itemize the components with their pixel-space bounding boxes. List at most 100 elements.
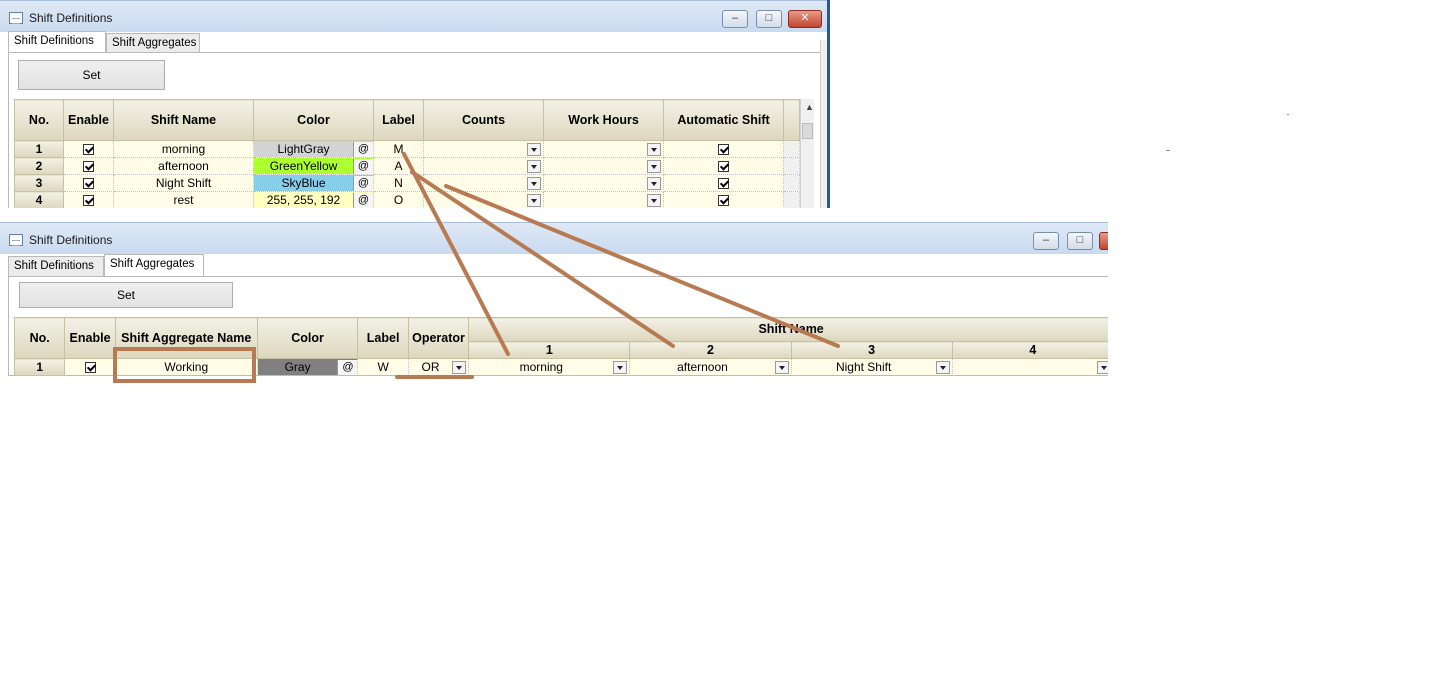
minimize-button[interactable]: – bbox=[722, 10, 748, 28]
checkbox-checked[interactable] bbox=[84, 361, 96, 373]
maximize-button[interactable]: □ bbox=[1067, 232, 1093, 250]
header-enable: Enable bbox=[63, 99, 114, 141]
header-automatic-shift: Automatic Shift bbox=[663, 99, 784, 141]
label-cell[interactable]: W bbox=[357, 358, 409, 376]
checkbox-checked[interactable] bbox=[83, 177, 94, 189]
dropdown-arrow-icon[interactable] bbox=[452, 360, 467, 374]
dropdown-arrow-icon[interactable] bbox=[647, 194, 661, 207]
row-filler bbox=[783, 174, 800, 192]
header-shift-name: Shift Name bbox=[113, 99, 254, 141]
color-name: GreenYellow bbox=[269, 158, 338, 173]
header-shift-2: 2 bbox=[629, 341, 792, 359]
enable-cell[interactable] bbox=[63, 174, 114, 192]
automatic-shift-cell[interactable] bbox=[663, 191, 784, 208]
shift-name-cell[interactable]: rest bbox=[113, 191, 254, 208]
checkbox-checked[interactable] bbox=[83, 194, 94, 206]
row-number: 3 bbox=[14, 174, 64, 192]
header-label: Label bbox=[357, 317, 409, 359]
dropdown-arrow-icon[interactable] bbox=[647, 177, 661, 190]
shift-2-cell[interactable]: afternoon bbox=[629, 358, 792, 376]
automatic-shift-cell[interactable] bbox=[663, 140, 784, 158]
label-cell[interactable]: A bbox=[373, 157, 424, 175]
enable-cell[interactable] bbox=[63, 191, 114, 208]
work-hours-cell[interactable] bbox=[543, 140, 664, 158]
color-picker-button[interactable]: @ bbox=[353, 175, 373, 191]
shift-3-value: Night Shift bbox=[835, 359, 892, 374]
checkbox-checked[interactable] bbox=[83, 160, 94, 172]
color-cell[interactable]: @255, 255, 192 bbox=[253, 191, 374, 208]
color-picker-button[interactable]: @ bbox=[353, 192, 373, 208]
dropdown-arrow-icon[interactable] bbox=[527, 143, 541, 156]
work-hours-cell[interactable] bbox=[543, 174, 664, 192]
dropdown-arrow-icon[interactable] bbox=[527, 160, 541, 173]
label-cell[interactable]: N bbox=[373, 174, 424, 192]
color-cell[interactable]: @ SkyBlue bbox=[253, 174, 374, 192]
table-row: 1 morning @ LightGray M bbox=[14, 140, 800, 158]
close-button[interactable]: ✕ bbox=[1099, 232, 1108, 250]
dropdown-arrow-icon[interactable] bbox=[1097, 361, 1108, 374]
dropdown-arrow-icon[interactable] bbox=[647, 143, 661, 156]
shift-4-cell[interactable] bbox=[951, 358, 1108, 376]
label-cell[interactable]: O bbox=[373, 191, 424, 208]
scrollbar-thumb[interactable] bbox=[802, 123, 813, 139]
dropdown-arrow-icon[interactable] bbox=[935, 360, 950, 374]
color-picker-button[interactable]: @ bbox=[337, 359, 357, 375]
shift-1-cell[interactable]: morning bbox=[468, 358, 631, 376]
shift-aggregates-grid: No. Enable Shift Aggregate Name Color La… bbox=[13, 317, 1108, 376]
color-cell[interactable]: @ GreenYellow bbox=[253, 157, 374, 175]
checkbox-checked[interactable] bbox=[718, 160, 729, 172]
work-hours-cell[interactable] bbox=[543, 157, 664, 175]
header-label: Label bbox=[373, 99, 424, 141]
enable-cell[interactable] bbox=[63, 157, 114, 175]
counts-cell[interactable] bbox=[423, 140, 544, 158]
vertical-scrollbar[interactable]: ▲ bbox=[800, 99, 814, 208]
minimize-button[interactable]: – bbox=[1033, 232, 1059, 250]
shift-3-cell[interactable]: Night Shift bbox=[790, 358, 953, 376]
color-picker-button[interactable]: @ bbox=[353, 141, 373, 157]
row-number: 1 bbox=[14, 140, 64, 158]
maximize-button[interactable]: □ bbox=[756, 10, 782, 28]
automatic-shift-cell[interactable] bbox=[663, 174, 784, 192]
automatic-shift-cell[interactable] bbox=[663, 157, 784, 175]
dropdown-arrow-icon[interactable] bbox=[647, 160, 661, 173]
dropdown-arrow-icon[interactable] bbox=[527, 177, 541, 190]
tab-shift-aggregates[interactable]: Shift Aggregates bbox=[104, 254, 204, 276]
shift-name-cell[interactable]: morning bbox=[113, 140, 254, 158]
checkbox-checked[interactable] bbox=[718, 177, 729, 189]
tab-shift-definitions[interactable]: Shift Definitions bbox=[8, 31, 106, 53]
checkbox-checked[interactable] bbox=[83, 143, 94, 155]
outer-scrollbar[interactable] bbox=[820, 40, 827, 208]
header-color: Color bbox=[256, 317, 359, 359]
color-cell[interactable]: @ LightGray bbox=[253, 140, 374, 158]
label-cell[interactable]: M bbox=[373, 140, 424, 158]
row-filler bbox=[783, 140, 800, 158]
checkbox-checked[interactable] bbox=[718, 194, 729, 206]
header-shift-name: Shift Name bbox=[468, 317, 1108, 342]
enable-cell[interactable] bbox=[63, 140, 114, 158]
operator-cell[interactable]: OR bbox=[407, 358, 470, 376]
scroll-up-arrow-icon[interactable]: ▲ bbox=[805, 102, 814, 112]
header-color: Color bbox=[253, 99, 374, 141]
color-cell[interactable]: @ Gray bbox=[256, 358, 359, 376]
counts-cell[interactable] bbox=[423, 191, 544, 208]
header-shift-1: 1 bbox=[468, 341, 631, 359]
counts-cell[interactable] bbox=[423, 157, 544, 175]
color-picker-button[interactable]: @ bbox=[353, 158, 373, 174]
set-button[interactable]: Set bbox=[18, 60, 165, 90]
checkbox-checked[interactable] bbox=[718, 143, 729, 155]
enable-cell[interactable] bbox=[64, 358, 116, 376]
set-button[interactable]: Set bbox=[19, 282, 233, 308]
counts-cell[interactable] bbox=[423, 174, 544, 192]
shift-name-cell[interactable]: Night Shift bbox=[113, 174, 254, 192]
shift-name-cell[interactable]: afternoon bbox=[113, 157, 254, 175]
table-row: 2 afternoon @ GreenYellow A bbox=[14, 157, 800, 175]
tab-shift-definitions[interactable]: Shift Definitions bbox=[8, 256, 104, 276]
dropdown-arrow-icon[interactable] bbox=[613, 360, 628, 374]
dropdown-arrow-icon[interactable] bbox=[527, 194, 541, 207]
tab-shift-aggregates[interactable]: Shift Aggregates bbox=[106, 33, 200, 53]
aggregate-name-cell[interactable]: Working bbox=[114, 358, 258, 376]
work-hours-cell[interactable] bbox=[543, 191, 664, 208]
close-button[interactable]: ✕ bbox=[788, 10, 822, 28]
row-number: 2 bbox=[14, 157, 64, 175]
dropdown-arrow-icon[interactable] bbox=[774, 360, 789, 374]
